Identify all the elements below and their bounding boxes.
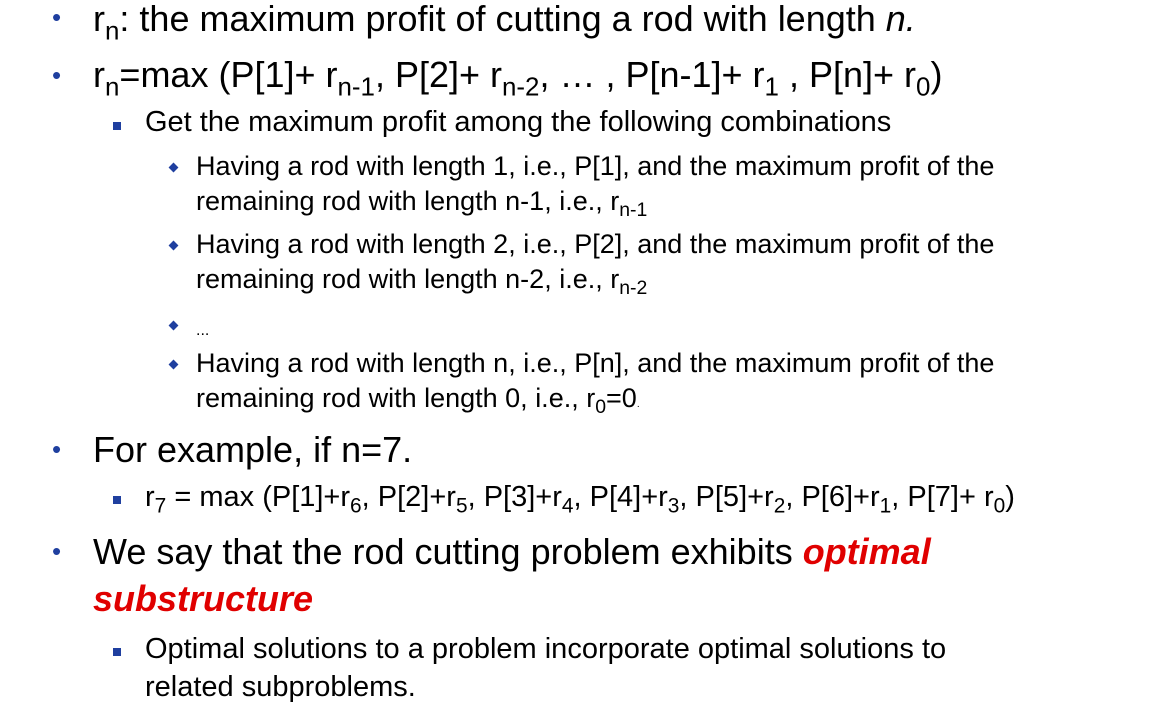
recurrence-line: rn=max (P[1]+ rn-1, P[2]+ rn-2, … , P[n-… [93, 54, 943, 102]
bullet-square-3 [113, 648, 121, 656]
case-length-1-a: Having a rod with length 1, i.e., P[1], … [196, 151, 995, 181]
bullet-square-1 [113, 122, 121, 130]
case-length-n-b: remaining rod with length 0, i.e., r0=0. [196, 383, 640, 419]
emphasis-substructure: substructure [93, 578, 314, 619]
bullet-square-2 [113, 496, 121, 504]
optimal-substructure-line-2: substructure [93, 578, 313, 620]
case-length-2-b: remaining rod with length n-2, i.e., rn-… [196, 264, 648, 300]
bullet-dot-3: • [52, 434, 62, 464]
bullet-dot-4: • [52, 536, 62, 566]
bullet-diamond-1 [168, 162, 179, 173]
example-line: For example, if n=7. [93, 429, 413, 470]
slide: { "colors": { "bullet": "#1f3f9f", "emph… [0, 0, 1165, 703]
case-length-1-b: remaining rod with length n-1, i.e., rn-… [196, 186, 648, 222]
definition-optimal-a: Optimal solutions to a problem incorpora… [145, 633, 947, 665]
ellipsis-item: ... [196, 322, 210, 339]
bullet-diamond-3 [168, 320, 179, 331]
example-formula: r7 = max (P[1]+r6, P[2]+r5, P[3]+r4, P[4… [145, 481, 1015, 518]
bullet-diamond-4 [168, 359, 179, 370]
emphasis-optimal: optimal [802, 531, 931, 572]
case-length-n-a: Having a rod with length n, i.e., P[n], … [196, 348, 995, 378]
bullet-dot-1: • [52, 2, 62, 32]
subpoint-combinations: Get the maximum profit among the followi… [145, 106, 892, 138]
case-length-2-a: Having a rod with length 2, i.e., P[2], … [196, 229, 995, 259]
bullet-diamond-2 [168, 240, 179, 251]
bullet-dot-2: • [52, 60, 62, 90]
definition-optimal-b: related subproblems. [145, 671, 416, 703]
definition-line: rn: the maximum profit of cutting a rod … [93, 0, 916, 46]
optimal-substructure-line: We say that the rod cutting problem exhi… [93, 531, 931, 572]
